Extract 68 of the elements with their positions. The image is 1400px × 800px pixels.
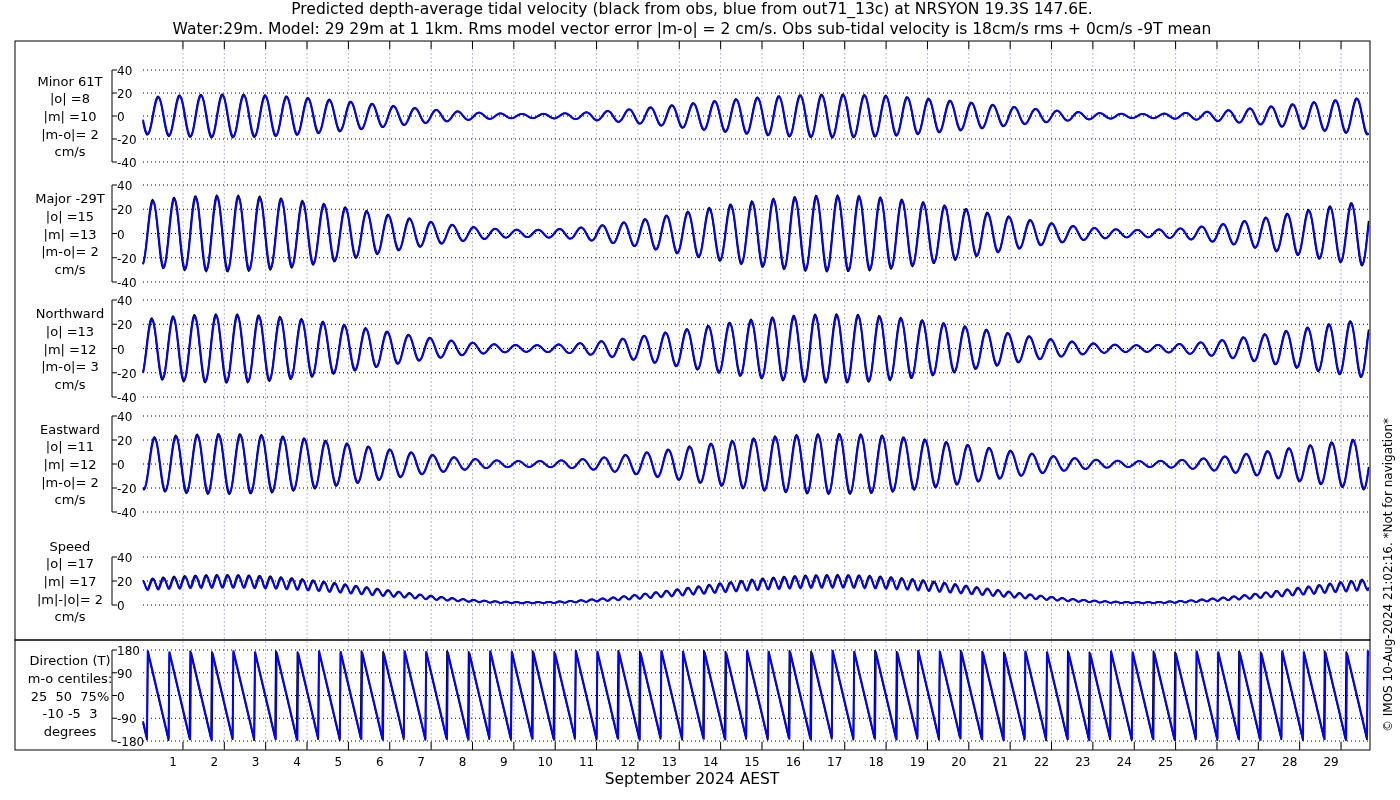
day-label: 12 (620, 755, 636, 769)
axis-tick-label: -180 (117, 735, 145, 749)
panel-label: Speed |o| =17 |m| =17 |m|-|o|= 2 cm/s (36, 538, 104, 625)
axis-tick-label: 20 (117, 575, 133, 589)
axis-tick-label: 0 (117, 689, 125, 704)
day-label: 16 (785, 755, 801, 769)
y-axis (111, 556, 118, 606)
day-label: 21 (992, 755, 1008, 769)
day-label: 3 (251, 755, 260, 769)
day-label: 28 (1282, 755, 1298, 769)
axis-tick-label: 0 (117, 342, 125, 357)
day-label: 24 (1116, 755, 1132, 769)
day-label: 2 (210, 755, 219, 769)
axis-tick-label: 20 (117, 434, 133, 448)
day-label: 26 (1199, 755, 1215, 769)
day-label: 7 (417, 755, 425, 769)
panel-label: Minor 61T |o| =8 |m| =10 |m-o|= 2 cm/s (37, 73, 103, 160)
day-label: 10 (537, 755, 553, 769)
axis-tick-label: 20 (117, 318, 133, 333)
day-label: 6 (375, 755, 384, 769)
day-label: 29 (1323, 755, 1339, 769)
day-label: 17 (827, 755, 843, 769)
axis-tick-label: 40 (117, 294, 133, 308)
axis-tick-label: 0 (117, 458, 125, 472)
axis-tick-label: 40 (117, 179, 133, 193)
day-label: 20 (951, 755, 967, 769)
axis-tick-label: 40 (117, 64, 133, 78)
axis-tick-label: -40 (117, 156, 137, 170)
day-label: 1 (169, 755, 177, 769)
axis-tick-label: -20 (117, 482, 137, 496)
day-label: 5 (334, 755, 343, 769)
chart-title: Water:29m. Model: 29 29m at 1 1km. Rms model vector error |m-o| = 2 cm/s. Obs sub-tidal velocity is 18cm/s rms + 0cm/s -9T mean (172, 20, 1212, 38)
axis-tick-label: 180 (117, 644, 140, 658)
axis-tick-label: 20 (117, 87, 133, 101)
day-label: 23 (1075, 755, 1091, 769)
day-label: 15 (744, 755, 760, 769)
copyright-note: © IMOS 10-Aug-2024 21:02:16. *Not for navigation* (1381, 417, 1395, 733)
axis-tick-label: -20 (117, 251, 137, 266)
axis-tick-label: -90 (117, 712, 137, 727)
axis-tick-label: 40 (117, 551, 133, 565)
axis-tick-label: 90 (117, 666, 133, 681)
axis-tick-label: 40 (117, 410, 133, 424)
day-label: 27 (1240, 755, 1256, 769)
day-label: 4 (293, 755, 301, 769)
axis-tick-label: -20 (117, 133, 137, 147)
day-label: 18 (868, 755, 884, 769)
day-label: 22 (1033, 755, 1050, 769)
axis-tick-label: 0 (117, 227, 125, 242)
chart-title: Predicted depth-average tidal velocity (black from obs, blue from out71_13c) at NRSYON 19.3S 147.6E. (291, 0, 1093, 18)
day-label: 25 (1157, 755, 1174, 769)
axis-tick-label: 20 (117, 203, 133, 218)
panel-label: Major -29T |o| =15 |m| =13 |m-o|= 2 cm/s (35, 191, 105, 277)
panel-label: Northward |o| =13 |m| =12 |m-o|= 3 cm/s (35, 306, 105, 392)
axis-label: September 2024 AEST (604, 770, 780, 788)
day-label: 8 (458, 755, 467, 769)
axis-tick-label: -40 (117, 391, 137, 405)
axis-tick-label: 0 (117, 110, 125, 124)
day-label: 19 (909, 755, 926, 769)
day-label: 11 (578, 755, 595, 769)
panel-label: Eastward |o| =11 |m| =12 |m-o|= 2 cm/s (40, 421, 100, 508)
axis-tick-label: -40 (117, 276, 137, 290)
day-label: 9 (500, 755, 508, 769)
axis-tick-label: -20 (117, 366, 137, 381)
day-label: 13 (661, 755, 677, 769)
panel-label: Direction (T) m-o centiles: 25 50 75% -10 -5 3 degrees (27, 653, 113, 739)
axis-tick-label: -40 (117, 506, 137, 520)
day-label: 14 (703, 755, 719, 769)
axis-tick-label: 0 (117, 599, 125, 613)
